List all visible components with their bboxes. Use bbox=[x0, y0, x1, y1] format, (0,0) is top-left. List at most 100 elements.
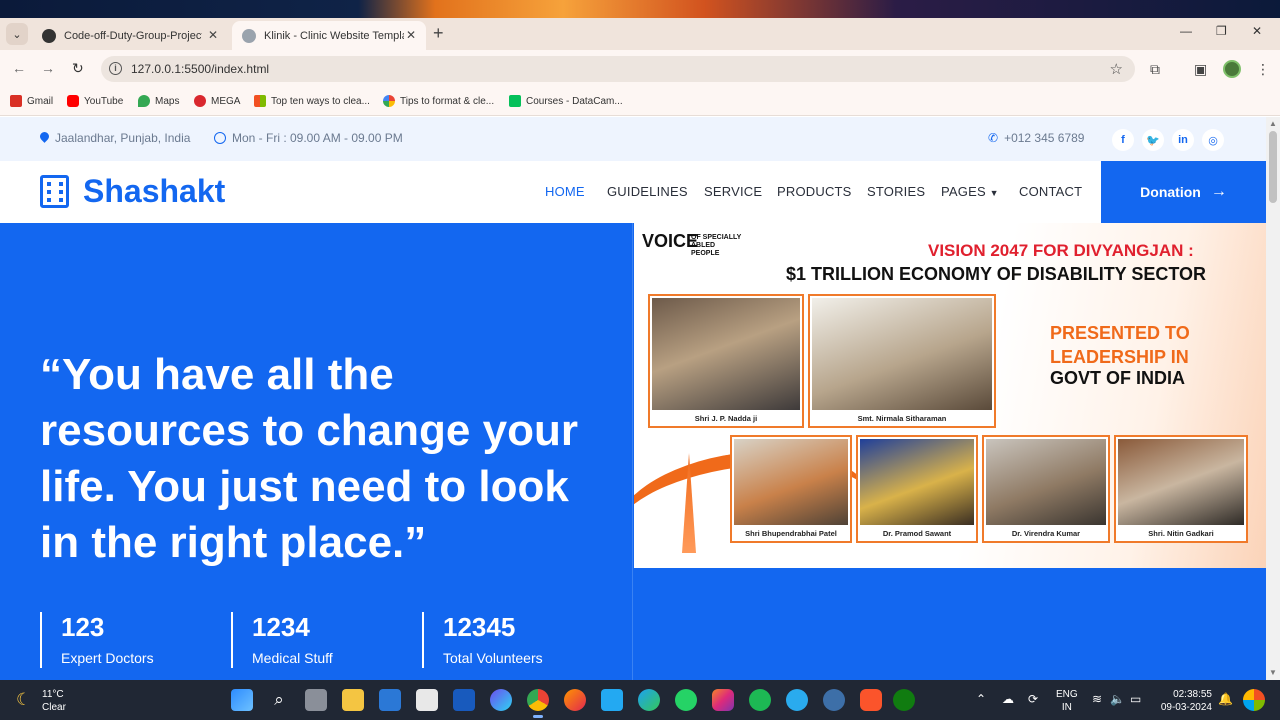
site-info-icon[interactable]: i bbox=[109, 62, 122, 75]
file-explorer-icon[interactable] bbox=[342, 689, 364, 711]
instagram-icon[interactable]: ◎ bbox=[1202, 129, 1224, 151]
forward-icon[interactable]: → bbox=[41, 60, 55, 76]
poster-photo: Shri. Nitin Gadkari bbox=[1114, 435, 1248, 543]
brand-logo[interactable]: Shashakt bbox=[83, 173, 225, 210]
bookmark-top-ten[interactable]: Top ten ways to clea... bbox=[254, 95, 370, 107]
copilot-tray-icon[interactable] bbox=[1243, 689, 1265, 711]
gmail-icon bbox=[10, 95, 22, 107]
scroll-down-icon[interactable]: ▼ bbox=[1269, 668, 1277, 677]
stat-medical-stuff: 1234 Medical Stuff bbox=[231, 612, 333, 668]
more-menu-icon[interactable]: ⋮ bbox=[1256, 61, 1270, 78]
chevron-down-icon: ▼ bbox=[989, 188, 999, 198]
extensions-icon[interactable]: ⧉ bbox=[1150, 61, 1160, 78]
nav-pages[interactable]: PAGES ▼ bbox=[941, 184, 999, 199]
hours-info: Mon - Fri : 09.00 AM - 09.00 PM bbox=[214, 131, 403, 145]
scroll-up-icon[interactable]: ▲ bbox=[1269, 119, 1277, 128]
profile-avatar[interactable] bbox=[1223, 60, 1241, 78]
page-scrollbar[interactable]: ▲ ▼ bbox=[1266, 117, 1280, 680]
browser-tab-klinik[interactable]: Klinik - Clinic Website Template ✕ bbox=[232, 21, 426, 50]
firefox-icon[interactable] bbox=[564, 689, 586, 711]
stat-label: Medical Stuff bbox=[252, 650, 333, 666]
bookmark-datacamp[interactable]: Courses - DataCam... bbox=[509, 95, 623, 107]
tab-search-button[interactable]: ⌄ bbox=[6, 23, 28, 45]
edge-icon[interactable] bbox=[638, 689, 660, 711]
instagram-app-icon[interactable] bbox=[712, 689, 734, 711]
copilot-icon[interactable] bbox=[490, 689, 512, 711]
stat-expert-doctors: 123 Expert Doctors bbox=[40, 612, 154, 668]
stat-label: Expert Doctors bbox=[61, 650, 154, 666]
globe-icon bbox=[242, 29, 256, 43]
wifi-icon[interactable]: ≋ bbox=[1092, 692, 1102, 706]
close-window-icon[interactable]: ✕ bbox=[1252, 24, 1262, 38]
stat-number: 12345 bbox=[443, 612, 516, 642]
poster-photo: Dr. Pramod Sawant bbox=[856, 435, 978, 543]
bookmark-mega[interactable]: MEGA bbox=[194, 95, 240, 107]
stat-label: Total Volunteers bbox=[443, 650, 543, 666]
bookmark-youtube[interactable]: YouTube bbox=[67, 95, 123, 107]
bookmark-star-icon[interactable]: ☆ bbox=[1110, 60, 1123, 78]
task-view-icon[interactable] bbox=[305, 689, 327, 711]
scroll-thumb[interactable] bbox=[1269, 131, 1277, 203]
poster-photo: Shri Bhupendrabhai Patel bbox=[730, 435, 852, 543]
nav-home[interactable]: HOME bbox=[545, 184, 585, 199]
weather-widget[interactable]: 11°C Clear bbox=[42, 688, 66, 714]
nav-products[interactable]: PRODUCTS bbox=[777, 184, 852, 199]
restore-icon[interactable]: ❐ bbox=[1216, 24, 1227, 38]
tab-title: Code-off-Duty-Group-Project/F bbox=[64, 29, 202, 42]
poster-presented: PRESENTED TO LEADERSHIP IN bbox=[1050, 323, 1190, 367]
reload-icon[interactable]: ↻ bbox=[72, 60, 84, 77]
browser-app-icon[interactable] bbox=[823, 689, 845, 711]
brave-icon[interactable] bbox=[860, 689, 882, 711]
arrow-right-icon: → bbox=[1210, 183, 1227, 200]
maps-icon bbox=[138, 95, 150, 107]
stat-number: 123 bbox=[61, 612, 105, 642]
whatsapp-icon[interactable] bbox=[675, 689, 697, 711]
onedrive-icon[interactable]: ☁ bbox=[1002, 692, 1014, 706]
poster-photo: Smt. Nirmala Sitharaman bbox=[808, 294, 996, 428]
sync-icon[interactable]: ⟳ bbox=[1028, 692, 1038, 706]
mail-icon[interactable] bbox=[379, 689, 401, 711]
donation-button[interactable]: Donation → bbox=[1101, 161, 1266, 223]
location-info: Jaalandhar, Punjab, India bbox=[40, 131, 190, 145]
bookmark-gmail[interactable]: Gmail bbox=[10, 95, 53, 107]
nav-service[interactable]: SERVICE bbox=[704, 184, 762, 199]
start-icon[interactable] bbox=[231, 689, 253, 711]
nav-guidelines[interactable]: GUIDELINES bbox=[607, 184, 688, 199]
poster-subtitle: $1 TRILLION ECONOMY OF DISABILITY SECTOR bbox=[786, 264, 1207, 284]
nav-stories[interactable]: STORIES bbox=[867, 184, 925, 199]
nav-contact[interactable]: CONTACT bbox=[1019, 184, 1082, 199]
poster-logo-sub: OF SPECIALLY ABLED PEOPLE bbox=[691, 234, 742, 257]
search-icon[interactable]: ⌕ bbox=[268, 689, 290, 711]
info-topbar: Jaalandhar, Punjab, India Mon - Fri : 09… bbox=[0, 117, 1266, 161]
store-icon[interactable] bbox=[416, 689, 438, 711]
bookmark-maps[interactable]: Maps bbox=[138, 95, 179, 107]
bookmark-tips-format[interactable]: Tips to format & cle... bbox=[383, 95, 494, 107]
side-panel-icon[interactable]: ▣ bbox=[1194, 61, 1207, 78]
chrome-icon[interactable] bbox=[527, 689, 549, 718]
minimize-icon[interactable]: — bbox=[1180, 24, 1192, 38]
address-bar[interactable]: i 127.0.0.1:5500/index.html ☆ bbox=[101, 56, 1135, 82]
facebook-icon[interactable]: f bbox=[1112, 129, 1134, 151]
telegram-icon[interactable] bbox=[786, 689, 808, 711]
new-tab-button[interactable]: + bbox=[433, 23, 444, 44]
browser-tab-bar: ⌄ Code-off-Duty-Group-Project/F ✕ Klinik… bbox=[0, 18, 1280, 50]
volume-icon[interactable]: 🔈 bbox=[1110, 692, 1125, 706]
linkedin-icon[interactable]: in bbox=[1172, 129, 1194, 151]
hero-section: “You have all the resources to change yo… bbox=[0, 223, 1266, 680]
twitter-icon[interactable]: 🐦 bbox=[1142, 129, 1164, 151]
browser-tab-github[interactable]: Code-off-Duty-Group-Project/F ✕ bbox=[32, 21, 228, 50]
close-tab-icon[interactable]: ✕ bbox=[208, 28, 218, 42]
clock-widget[interactable]: 02:38:55 09-03-2024 bbox=[1158, 688, 1212, 714]
poster-title: VISION 2047 FOR DIVYANGJAN : bbox=[928, 241, 1194, 260]
xbox-icon[interactable] bbox=[893, 689, 915, 711]
back-icon[interactable]: ← bbox=[12, 60, 26, 76]
word-icon[interactable] bbox=[453, 689, 475, 711]
battery-icon[interactable]: ▭ bbox=[1130, 692, 1141, 706]
chevron-up-icon[interactable]: ⌃ bbox=[976, 692, 986, 706]
language-indicator[interactable]: ENG IN bbox=[1056, 688, 1078, 714]
spotify-icon[interactable] bbox=[749, 689, 771, 711]
vscode-icon[interactable] bbox=[601, 689, 623, 711]
close-tab-icon[interactable]: ✕ bbox=[406, 28, 416, 42]
notification-icon[interactable]: 🔔 bbox=[1218, 692, 1233, 706]
poster-govt: GOVT OF INDIA bbox=[1050, 368, 1185, 388]
